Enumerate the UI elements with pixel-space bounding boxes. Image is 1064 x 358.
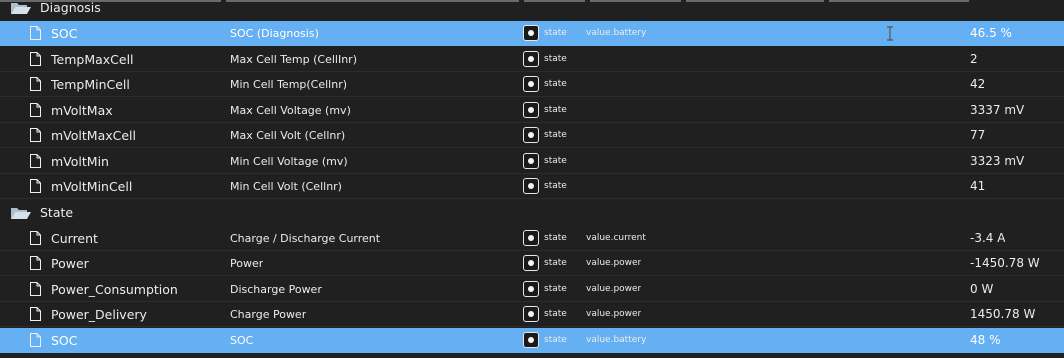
object-description: Min Cell Volt (Cellnr) (230, 180, 342, 193)
object-name: mVoltMin (51, 154, 109, 169)
table-row-state-soc[interactable]: SOC SOC state value.battery 48 % (0, 328, 1064, 353)
folder-label-state: State (40, 205, 74, 220)
object-name: SOC (51, 333, 78, 348)
file-icon (30, 103, 41, 117)
object-role: value.current (586, 233, 646, 243)
table-row-mvoltmincell[interactable]: mVoltMinCell Min Cell Volt (Cellnr) stat… (0, 174, 1064, 199)
object-type: state (544, 79, 567, 89)
object-name: Power (51, 256, 89, 271)
object-value[interactable]: 0 W (970, 277, 993, 302)
object-type: state (544, 28, 567, 38)
file-icon (30, 333, 41, 347)
object-role: value.power (586, 284, 642, 294)
object-value[interactable]: 1450.78 W (970, 302, 1035, 327)
table-row-tempmaxcell[interactable]: TempMaxCell Max Cell Temp (CellInr) stat… (0, 47, 1064, 72)
object-name: mVoltMax (51, 103, 113, 118)
state-type-icon (523, 255, 539, 271)
object-role: value.power (586, 258, 642, 268)
folder-open-icon (11, 208, 31, 219)
folder-row-state[interactable]: State (0, 200, 1064, 225)
object-description: Discharge Power (230, 283, 322, 296)
file-icon (30, 179, 41, 193)
object-value[interactable]: 77 (970, 123, 985, 148)
state-type-icon (523, 230, 539, 246)
file-icon (30, 256, 41, 270)
object-description: Charge Power (230, 308, 307, 321)
object-type: state (544, 181, 567, 191)
object-description: Min Cell Temp(Cellnr) (230, 78, 348, 91)
object-name: mVoltMaxCell (51, 128, 136, 143)
state-type-icon (523, 332, 539, 348)
table-row-diagnosis-soc[interactable]: SOC SOC (Diagnosis) state value.battery … (0, 21, 1064, 46)
table-row-power[interactable]: Power Power state value.power -1450.78 W (0, 251, 1064, 276)
object-value[interactable]: 2 (970, 47, 978, 72)
object-name: TempMinCell (51, 77, 130, 92)
object-type: state (544, 309, 567, 319)
object-type: state (544, 130, 567, 140)
state-type-icon (523, 25, 539, 41)
state-type-icon (523, 281, 539, 297)
text-cursor-icon (887, 26, 893, 41)
file-icon (30, 154, 41, 168)
object-name: SOC (51, 26, 78, 41)
object-value[interactable]: 46.5 % (970, 21, 1012, 46)
file-icon (30, 307, 41, 321)
state-type-icon (523, 306, 539, 322)
state-type-icon (523, 76, 539, 92)
object-description: SOC (230, 334, 254, 347)
object-name: mVoltMinCell (51, 179, 133, 194)
object-type: state (544, 258, 567, 268)
file-icon (30, 231, 41, 245)
object-value[interactable]: 3323 mV (970, 149, 1024, 174)
object-description: Max Cell Voltage (mv) (230, 104, 351, 117)
object-value[interactable]: -1450.78 W (970, 251, 1040, 276)
object-name: TempMaxCell (51, 52, 134, 67)
object-name: Power_Consumption (51, 282, 178, 297)
object-description: Max Cell Volt (Cellnr) (230, 129, 346, 142)
folder-label-diagnosis: Diagnosis (40, 0, 101, 15)
object-description: Min Cell Voltage (mv) (230, 155, 348, 168)
object-type: state (544, 284, 567, 294)
file-icon (30, 77, 41, 91)
object-type: state (544, 335, 567, 345)
object-tree: Diagnosis SOC SOC (Diagnosis) state valu… (0, 0, 1064, 358)
table-row-mvoltmaxcell[interactable]: mVoltMaxCell Max Cell Volt (Cellnr) stat… (0, 123, 1064, 148)
object-type: state (544, 54, 567, 64)
folder-open-icon (11, 3, 31, 14)
object-description: Charge / Discharge Current (230, 232, 381, 245)
object-type: state (544, 233, 567, 243)
object-name: Current (51, 231, 98, 246)
file-icon (30, 282, 41, 296)
file-icon (30, 128, 41, 142)
state-type-icon (523, 127, 539, 143)
object-description: Power (230, 257, 264, 270)
object-value[interactable]: 41 (970, 174, 985, 199)
table-row-current[interactable]: Current Charge / Discharge Current state… (0, 226, 1064, 251)
object-name: Power_Delivery (51, 307, 147, 322)
folder-row-diagnosis[interactable]: Diagnosis (0, 0, 1064, 20)
file-icon (30, 26, 41, 40)
object-role: value.battery (586, 335, 647, 345)
object-value[interactable]: -3.4 A (970, 226, 1005, 251)
object-value[interactable]: 48 % (970, 328, 1001, 353)
table-row-mvoltmax[interactable]: mVoltMax Max Cell Voltage (mv) state 333… (0, 98, 1064, 123)
object-description: Max Cell Temp (CellInr) (230, 53, 357, 66)
table-row-tempmincell[interactable]: TempMinCell Min Cell Temp(Cellnr) state … (0, 72, 1064, 97)
object-type: state (544, 156, 567, 166)
object-role: value.battery (586, 28, 647, 38)
table-row-power-delivery[interactable]: Power_Delivery Charge Power state value.… (0, 302, 1064, 327)
object-value[interactable]: 3337 mV (970, 98, 1024, 123)
table-row-mvoltmin[interactable]: mVoltMin Min Cell Voltage (mv) state 332… (0, 149, 1064, 174)
table-row-power-consumption[interactable]: Power_Consumption Discharge Power state … (0, 277, 1064, 302)
file-icon (30, 52, 41, 66)
state-type-icon (523, 153, 539, 169)
object-value[interactable]: 42 (970, 72, 985, 97)
state-type-icon (523, 178, 539, 194)
state-type-icon (523, 102, 539, 118)
object-type: state (544, 105, 567, 115)
state-type-icon (523, 51, 539, 67)
object-description: SOC (Diagnosis) (230, 27, 319, 40)
object-role: value.power (586, 309, 642, 319)
